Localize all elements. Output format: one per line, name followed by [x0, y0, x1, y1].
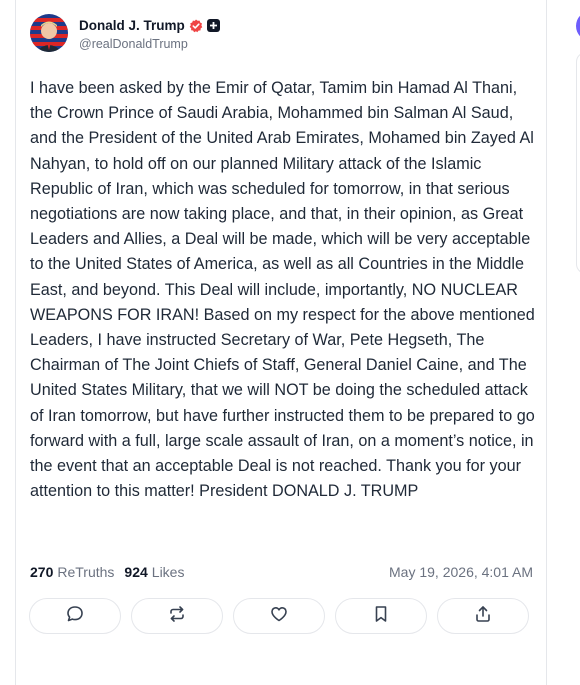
bookmark-icon	[371, 604, 391, 629]
likes-stat[interactable]: 924 Likes	[124, 564, 184, 580]
heart-icon	[269, 604, 289, 629]
likes-count: 924	[124, 564, 148, 580]
action-bar	[29, 598, 539, 634]
retruths-stat[interactable]: 270 ReTruths	[30, 564, 114, 580]
retruths-label: ReTruths	[57, 564, 115, 580]
right-sidebar-edge	[565, 0, 580, 685]
sidebar-panel	[576, 52, 580, 274]
retruth-icon	[167, 604, 187, 629]
avatar[interactable]	[30, 14, 68, 52]
share-icon	[473, 604, 493, 629]
plus-badge-icon	[206, 19, 220, 32]
post-stats: 270 ReTruths 924 Likes May 19, 2026, 4:01 …	[30, 564, 533, 580]
post-text: I have been asked by the Emir of Qatar, …	[30, 79, 540, 501]
verified-badge-icon	[189, 19, 203, 33]
sidebar-avatar[interactable]	[576, 11, 580, 41]
share-button[interactable]	[437, 598, 529, 634]
author-handle[interactable]: @realDonaldTrump	[79, 37, 220, 51]
author-name[interactable]: Donald J. Trump	[79, 18, 185, 33]
author-name-row: Donald J. Trump	[79, 16, 220, 36]
author-block: Donald J. Trump @realDonaldTrump	[79, 16, 220, 51]
like-button[interactable]	[233, 598, 325, 634]
likes-label: Likes	[151, 564, 185, 580]
post-header: Donald J. Trump @realDonaldTrump	[30, 14, 220, 52]
reply-icon	[65, 604, 85, 629]
reply-button[interactable]	[29, 598, 121, 634]
post-card: Donald J. Trump @realDonaldTrump I have …	[15, 0, 547, 685]
bookmark-button[interactable]	[335, 598, 427, 634]
post-timestamp[interactable]: May 19, 2026, 4:01 AM	[389, 564, 533, 580]
retruths-count: 270	[30, 564, 54, 580]
retruth-button[interactable]	[131, 598, 223, 634]
page: Donald J. Trump @realDonaldTrump I have …	[0, 0, 580, 685]
